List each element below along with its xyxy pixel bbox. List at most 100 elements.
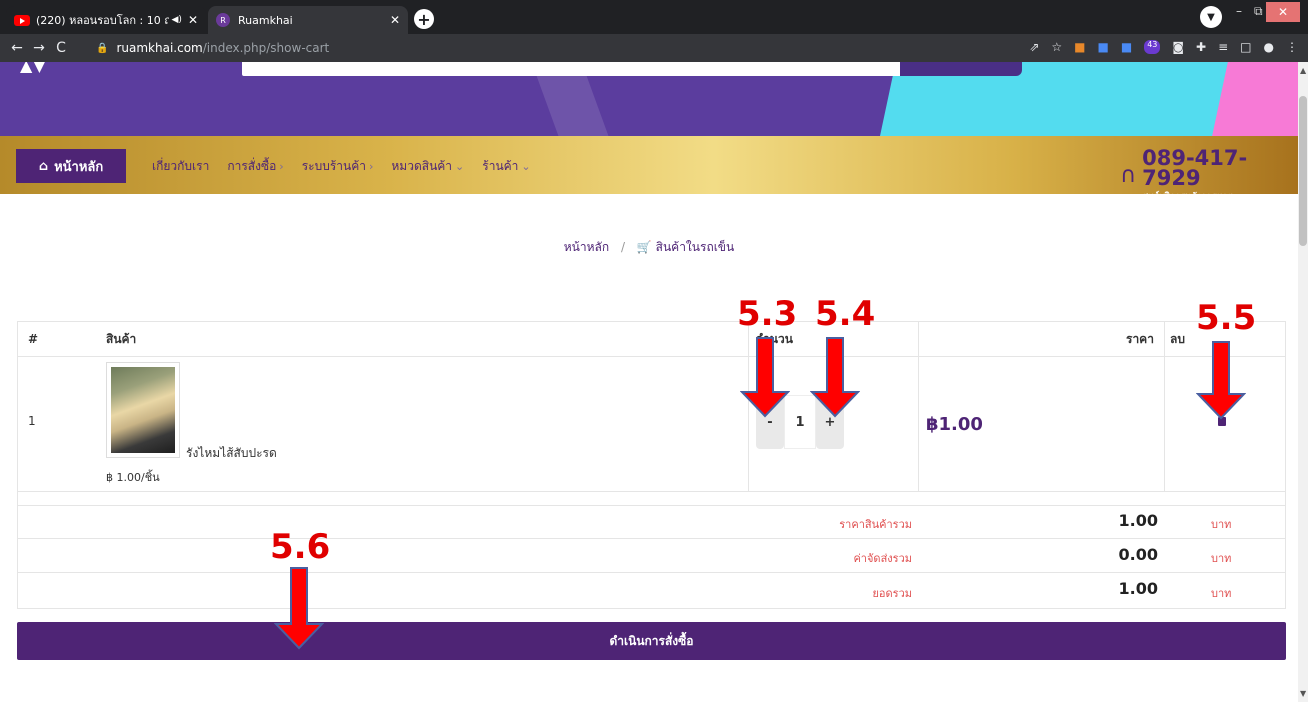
decor-pink-shape: [1212, 62, 1298, 136]
bookmark-star-icon[interactable]: ☆: [1051, 40, 1062, 54]
divider: [18, 538, 1285, 539]
phone-subtitle: ศูนย์บริการหลังการขาย: [1142, 192, 1233, 202]
profile-avatar-icon[interactable]: ●: [1264, 40, 1274, 54]
page-scrollbar[interactable]: ▲ ▼: [1298, 62, 1308, 702]
main-navbar: ⌂ หน้าหลัก เกี่ยวกับเรา การสั่งซื้อ › ระบ…: [0, 136, 1298, 202]
tab-title: Ruamkhai: [238, 13, 293, 27]
tab-close-icon[interactable]: ✕: [188, 13, 198, 27]
site-search-input[interactable]: [242, 62, 902, 76]
breadcrumb-current: สินค้าในรถเข็น: [655, 240, 735, 254]
scroll-down-icon[interactable]: ▼: [1300, 689, 1306, 698]
col-header-product: สินค้า: [106, 331, 137, 346]
tab-search-chevron-down-icon[interactable]: ▼: [1200, 6, 1222, 28]
audio-icon: ◀): [171, 15, 182, 25]
puzzle-icon[interactable]: ✚: [1196, 40, 1206, 54]
annotation-arrow-icon: [740, 337, 790, 418]
col-header-price: ราคา: [1126, 331, 1154, 346]
extension-fox-icon[interactable]: ■: [1074, 40, 1085, 54]
annotation-label-5-4: 5.4: [815, 294, 876, 334]
divider: [18, 572, 1285, 573]
chevron-down-icon: ⌄: [455, 160, 465, 173]
nav-shops[interactable]: ร้านค้า ⌄: [482, 157, 530, 176]
browser-tabbar: (220) หลอนรอบโลก : 10 ถนนสุ ◀) ✕ R Ruamk…: [0, 0, 1308, 34]
camera-icon[interactable]: ◙: [1172, 40, 1184, 54]
address-bar: ← → C 🔒 ruamkhai.com /index.php/show-car…: [0, 34, 1308, 62]
summary-subtotal-unit: บาท: [1211, 518, 1232, 531]
share-icon[interactable]: ⇗: [1029, 40, 1039, 54]
breadcrumb: หน้าหลัก / 🛒 สินค้าในรถเข็น: [0, 238, 1298, 257]
menu-kebab-icon[interactable]: ⋮: [1286, 40, 1298, 54]
summary-subtotal-label: ราคาสินค้ารวม: [839, 518, 912, 531]
cart-table: # สินค้า จำนวน ราคา ลบ 1 รังไหมไส้สับปะร…: [17, 321, 1286, 609]
product-name[interactable]: รังไหมไส้สับปะรด: [186, 444, 277, 463]
breadcrumb-separator: /: [620, 240, 626, 254]
summary-total-value: 1.00: [1118, 579, 1158, 598]
url-domain: ruamkhai.com: [116, 41, 203, 55]
sidepanel-icon[interactable]: □: [1240, 40, 1251, 54]
nav-links: เกี่ยวกับเรา การสั่งซื้อ › ระบบร้านค้า › ห…: [152, 157, 531, 176]
reload-icon[interactable]: C: [50, 40, 72, 56]
url-path: /index.php/show-cart: [202, 41, 330, 55]
extension-icons: ⇗ ☆ ■ ■ ■ 43 ◙ ✚ ≡ □ ● ⋮: [1029, 40, 1298, 54]
forward-arrow-icon[interactable]: →: [28, 40, 50, 56]
summary-shipping-value: 0.00: [1118, 545, 1158, 564]
divider: [18, 505, 1285, 506]
home-label: หน้าหลัก: [54, 159, 104, 175]
nav-ordering[interactable]: การสั่งซื้อ ›: [227, 157, 283, 176]
scroll-thumb[interactable]: [1299, 96, 1307, 246]
divider: [1164, 322, 1165, 491]
restore-button[interactable]: ⧉: [1254, 4, 1263, 19]
summary-total-label: ยอดรวม: [872, 587, 912, 600]
item-price: ฿1.00: [926, 414, 983, 435]
chevron-right-icon: ›: [279, 160, 284, 173]
back-arrow-icon[interactable]: ←: [6, 40, 28, 56]
annotation-label-5-3: 5.3: [737, 294, 798, 334]
chevron-right-icon: ›: [368, 160, 374, 173]
extension-b-icon[interactable]: ■: [1098, 40, 1109, 54]
ruamkhai-favicon-icon: R: [216, 13, 230, 27]
product-photo: [111, 367, 175, 453]
phone-number: 089-417-7929: [1142, 146, 1248, 190]
support-phone[interactable]: ∩ 089-417-7929 ศูนย์บริการหลังการขาย: [1120, 148, 1298, 203]
nav-shop-system[interactable]: ระบบร้านค้า ›: [302, 157, 374, 176]
annotation-label-5-5: 5.5: [1196, 298, 1257, 338]
site-search-button[interactable]: [900, 62, 1022, 76]
scroll-up-icon[interactable]: ▲: [1300, 66, 1306, 75]
tab-close-icon[interactable]: ✕: [390, 13, 400, 27]
summary-shipping-unit: บาท: [1211, 552, 1232, 565]
home-icon: ⌂: [38, 158, 49, 174]
annotation-arrow-icon: [1196, 341, 1246, 420]
cart-icon: 🛒: [636, 240, 652, 254]
col-header-delete: ลบ: [1170, 331, 1185, 346]
checkout-button[interactable]: ดำเนินการสั่งซื้อ: [17, 622, 1286, 660]
tab-youtube[interactable]: (220) หลอนรอบโลก : 10 ถนนสุ ◀) ✕: [6, 6, 206, 34]
extension-badge-icon[interactable]: 43: [1144, 40, 1161, 54]
annotation-arrow-icon: [810, 337, 860, 418]
site-header-banner: ▲▼: [0, 62, 1298, 136]
tab-ruamkhai[interactable]: R Ruamkhai ✕: [208, 6, 408, 34]
row-index: 1: [28, 414, 36, 428]
product-unit-price: ฿ 1.00/ชิ้น: [106, 471, 160, 484]
summary-subtotal-value: 1.00: [1118, 511, 1158, 530]
minimize-button[interactable]: –: [1236, 4, 1242, 18]
divider: [18, 491, 1285, 492]
summary-total-unit: บาท: [1211, 587, 1232, 600]
annotation-label-5-6: 5.6: [270, 527, 331, 567]
nav-categories[interactable]: หมวดสินค้า ⌄: [391, 157, 464, 176]
extension-translate-icon[interactable]: ■: [1121, 40, 1132, 54]
tab-title: (220) หลอนรอบโลก : 10 ถนนสุ: [36, 14, 169, 27]
window-close-button[interactable]: ✕: [1266, 2, 1300, 22]
headset-icon: ∩: [1120, 163, 1137, 188]
lock-icon: 🔒: [96, 42, 109, 54]
new-tab-button[interactable]: +: [414, 9, 434, 29]
col-header-index: #: [28, 332, 39, 346]
nav-about[interactable]: เกี่ยวกับเรา: [152, 157, 209, 176]
reading-list-icon[interactable]: ≡: [1218, 40, 1228, 54]
annotation-arrow-icon: [274, 567, 324, 650]
chevron-down-icon: ⌄: [521, 160, 531, 173]
site-logo[interactable]: ▲▼: [20, 62, 47, 75]
home-button[interactable]: ⌂ หน้าหลัก: [16, 149, 126, 183]
product-thumbnail[interactable]: [106, 362, 180, 458]
divider: [918, 322, 919, 491]
breadcrumb-home[interactable]: หน้าหลัก: [564, 240, 609, 254]
